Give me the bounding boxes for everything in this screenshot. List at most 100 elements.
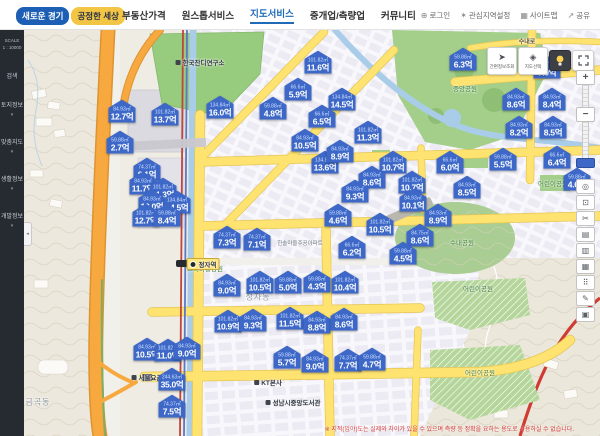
price-marker[interactable]: 101.82㎡11.6억 [305, 51, 332, 74]
marker-price-label: 5.7억 [274, 358, 301, 367]
marker-area-label: 84.93㎡ [503, 88, 530, 101]
util-item-2[interactable]: ▦사이트맵 [520, 10, 557, 21]
price-marker[interactable]: 101.82㎡10.5억 [247, 271, 274, 294]
price-marker[interactable]: 84.93㎡8.8억 [304, 311, 331, 334]
price-marker[interactable]: 74.37㎡7.3억 [214, 226, 241, 249]
sidebar-collapse-button[interactable]: ◂ [24, 222, 32, 246]
price-marker[interactable]: 84.93㎡9.3억 [342, 180, 369, 203]
zoom-slider-handle[interactable] [576, 158, 595, 168]
price-marker[interactable]: 101.82㎡10.4억 [332, 271, 359, 294]
price-marker[interactable]: 59.88㎡4.6억 [325, 204, 352, 227]
price-marker[interactable]: 101.82㎡11.3억 [355, 121, 382, 144]
sidebar-item-1[interactable]: 토지정보▾ [0, 103, 24, 118]
nav-item-4[interactable]: 커뮤니티 [381, 8, 416, 22]
util-label-0: 로그인 [430, 10, 451, 21]
price-marker[interactable]: 84.93㎡10.5억 [292, 129, 319, 152]
price-marker[interactable]: 59.88㎡5.7억 [274, 346, 301, 369]
price-marker[interactable]: 74.37㎡7.5억 [159, 395, 186, 418]
zoom-in-button[interactable]: + [576, 70, 595, 85]
zoom-track-upper[interactable] [582, 85, 589, 107]
nav-item-0[interactable]: 부동산가격 [122, 8, 166, 22]
price-marker[interactable]: 84.93㎡8.5억 [454, 176, 481, 199]
marker-price-label: 9.0억 [174, 349, 201, 358]
quick-info-button[interactable]: ➤ 간편정보조회 [487, 47, 517, 75]
price-marker[interactable]: 59.88㎡8.4억 [154, 204, 181, 227]
price-marker[interactable]: 66.6㎡6.4억 [544, 146, 571, 169]
price-marker[interactable]: 84.93㎡8.9억 [327, 140, 354, 163]
marker-area-label: 84.93㎡ [425, 204, 452, 217]
price-marker[interactable]: 59.88㎡6.3억 [450, 48, 477, 71]
price-marker[interactable]: 84.93㎡12.7억 [109, 100, 136, 123]
marker-price-label: 8.5억 [454, 188, 481, 197]
marker-area-label: 84.93㎡ [292, 129, 319, 142]
fullscreen-button[interactable] [572, 50, 594, 71]
price-marker[interactable]: 66.6㎡6.2억 [339, 236, 366, 259]
document-icon[interactable]: ▥ [576, 243, 595, 258]
grid-icon[interactable]: ▦ [576, 259, 595, 274]
zoom-out-button[interactable]: − [576, 107, 595, 122]
price-marker[interactable]: 101.82㎡10.9억 [215, 310, 242, 333]
price-marker[interactable]: 74.37㎡7.7억 [335, 349, 362, 372]
price-marker[interactable]: 84.93㎡9.0억 [174, 337, 201, 360]
zoom-control: + − [576, 70, 595, 168]
house-icon: 101.82㎡11.6억 [305, 51, 332, 74]
sidebar-item-2[interactable]: 맞춤지도▾ [0, 140, 24, 155]
house-icon: 66.6㎡5.9억 [285, 78, 312, 101]
price-marker[interactable]: 59.88㎡4.7억 [359, 348, 386, 371]
price-marker[interactable]: 134.84㎡16.0억 [207, 96, 234, 119]
legend-icon[interactable]: ⠿ [576, 275, 595, 290]
measure-icon[interactable]: ✂ [576, 211, 595, 226]
house-icon: 101.82㎡11.3억 [355, 121, 382, 144]
price-marker[interactable]: 101.82㎡10.5억 [367, 213, 394, 236]
sidebar-item-3[interactable]: 생활정보▾ [0, 177, 24, 192]
capture-icon[interactable]: ▣ [576, 307, 595, 322]
price-marker[interactable]: 59.88㎡2.7억 [107, 131, 134, 154]
expand-icon [578, 55, 589, 66]
draw-icon[interactable]: ✎ [576, 291, 595, 306]
price-marker[interactable]: 84.93㎡9.0억 [214, 274, 241, 297]
price-marker[interactable]: 84.93㎡8.6억 [503, 88, 530, 111]
price-marker[interactable]: 59.88㎡5.0억 [275, 271, 302, 294]
price-marker[interactable]: 59.88㎡4.5억 [390, 242, 417, 265]
price-marker[interactable]: 84.93㎡10.1억 [400, 189, 427, 212]
nav-item-2[interactable]: 지도서비스 [250, 6, 294, 24]
sidebar-item-4[interactable]: 개발정보▾ [0, 214, 24, 229]
marker-area-label: 84.93㎡ [240, 309, 267, 322]
price-marker[interactable]: 244.63㎡35.0억 [159, 368, 186, 391]
locate-icon[interactable]: ◎ [576, 179, 595, 194]
price-marker[interactable]: 84.93㎡8.6억 [331, 308, 358, 331]
util-item-0[interactable]: ⊕로그인 [421, 10, 450, 21]
nav-item-3[interactable]: 중개업/측량업 [310, 8, 365, 22]
nav-item-1[interactable]: 원스톱서비스 [182, 8, 234, 22]
price-marker[interactable]: 66.6㎡5.9억 [285, 78, 312, 101]
price-marker[interactable]: 59.88㎡4.8억 [260, 97, 287, 120]
price-marker[interactable]: 59.88㎡5.5억 [490, 148, 517, 171]
streetview-button[interactable] [549, 50, 571, 71]
util-label-2: 사이트맵 [530, 10, 558, 21]
price-marker[interactable]: 84.93㎡8.2억 [506, 116, 533, 139]
price-marker[interactable]: 84.93㎡9.0억 [302, 350, 329, 373]
price-marker[interactable]: 74.37㎡7.1억 [244, 228, 271, 251]
map-viewport[interactable]: 한국잔디연구소중앙공원수내공원어린이공원어린이공원어린이공원느티마을공원한솔마을… [24, 30, 600, 436]
site-logo[interactable]: 새로운 경기 공정한 세상 [16, 7, 125, 25]
price-marker[interactable]: 84.93㎡8.4억 [539, 88, 566, 111]
zoom-track-lower[interactable] [582, 122, 589, 158]
marker-price-label: 8.6억 [503, 100, 530, 109]
price-marker[interactable]: 66.6㎡6.5억 [309, 105, 336, 128]
price-marker[interactable]: 66.6㎡6.0억 [437, 151, 464, 174]
print-icon[interactable]: ▤ [576, 227, 595, 242]
price-marker[interactable]: 84.93㎡8.5억 [540, 116, 567, 139]
layers-icon: ◈ [530, 53, 537, 62]
util-item-3[interactable]: ↗공유 [567, 10, 590, 21]
price-marker[interactable]: 101.82㎡13.7억 [152, 103, 179, 126]
map-select-button[interactable]: ◈ 지도선택 [518, 47, 548, 75]
marker-area-label: 84.93㎡ [539, 88, 566, 101]
price-marker[interactable]: 84.93㎡9.3억 [240, 309, 267, 332]
marker-area-label: 74.37㎡ [244, 228, 271, 241]
price-marker[interactable]: 59.88㎡4.3억 [304, 270, 331, 293]
area-zoom-icon[interactable]: ⊡ [576, 195, 595, 210]
util-item-1[interactable]: ✶관심지역설정 [460, 10, 510, 21]
marker-area-label: 74.37㎡ [214, 226, 241, 239]
sidebar-item-0[interactable]: 검색 [0, 74, 24, 81]
price-marker[interactable]: 101.82㎡11.5억 [277, 307, 304, 330]
